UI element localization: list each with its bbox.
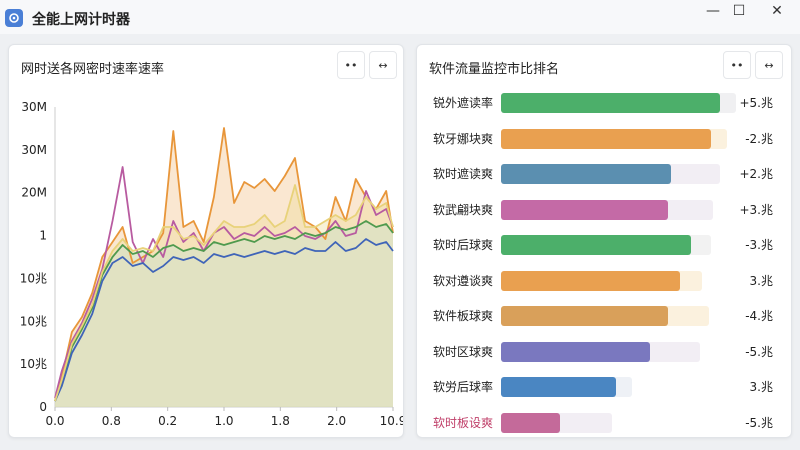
- ranking-bar-track: [501, 235, 712, 255]
- ranking-row[interactable]: 软时遮读爽 +2.兆: [417, 162, 791, 186]
- ranking-bar-fill: [501, 199, 669, 220]
- ranking-row-label: 锐外遮读率: [432, 96, 493, 110]
- ranking-row-value: -4.兆: [745, 309, 773, 323]
- y-tick-label: 10兆: [20, 271, 47, 285]
- ranking-row-value: +2.兆: [739, 167, 773, 181]
- ranking-bar-fill: [501, 164, 671, 184]
- ranking-row-label: 软武翩块爽: [432, 202, 493, 217]
- ranking-bar-track: [501, 306, 709, 326]
- ranking-bar-track: [501, 377, 633, 397]
- y-tick-label: 10兆: [20, 357, 47, 371]
- y-tick-label: 1: [39, 229, 47, 243]
- ranking-row[interactable]: 锐外遮读率 +5.兆: [417, 91, 791, 115]
- traffic-ranking-panel: 软件流量监控市比排名 •• ↔ 锐外遮读率 +5.兆软牙娜块爽 -2.兆软时遮读爽 +…: [416, 44, 792, 438]
- x-tick-label: 0.0: [45, 414, 64, 428]
- ranking-bar-track: [501, 412, 612, 433]
- ranking-bar-fill: [501, 270, 680, 291]
- ranking-row-value: 3.兆: [749, 273, 773, 288]
- y-tick-label: 10兆: [20, 314, 47, 328]
- ranking-row-value: 3.兆: [749, 380, 773, 394]
- ranking-bar-track: [501, 199, 714, 220]
- ranking-bar-track: [501, 270, 703, 291]
- app-title: 全能上网计时器: [32, 12, 130, 28]
- ranking-row-label: 软件板球爽: [432, 309, 493, 323]
- ranking-row[interactable]: 软労后球率 3.兆: [417, 375, 791, 399]
- collapse-button[interactable]: ••: [723, 51, 751, 79]
- ranking-row-label: 软労后球率: [432, 380, 493, 394]
- ranking-row-label: 软对遵谈爽: [432, 273, 493, 288]
- speed-chart-panel: 网时送各网密时速率速率 •• ↔ 30M 30M 20M 1 10兆 10兆 10兆 0 0.0…: [8, 44, 404, 438]
- ranking-row-label: 软时板设爽: [432, 415, 493, 430]
- y-tick-label: 0: [39, 400, 47, 414]
- ranking-bar-fill: [501, 412, 560, 433]
- ranking-bar-fill: [501, 128, 712, 149]
- network-app-icon: [5, 9, 23, 27]
- x-tick-label: 10.9: [380, 414, 403, 428]
- x-tick-label: 1.8: [271, 414, 290, 428]
- x-tick-label: 1.0: [214, 414, 233, 428]
- ranking-row-label: 软牙娜块爽: [432, 131, 493, 146]
- close-button[interactable]: ✕: [760, 0, 794, 22]
- ranking-row-value: +5.兆: [739, 96, 773, 110]
- ranking-bar-track: [501, 93, 737, 113]
- ranking-row-value: -3.兆: [745, 238, 773, 252]
- ranking-bar-track: [501, 128, 727, 149]
- ranking-row-value: -5.兆: [745, 344, 773, 359]
- title-bar: 全能上网计时器 — ☐ ✕: [0, 0, 800, 34]
- x-tick-label: 2.0: [327, 414, 346, 428]
- x-tick-label: 0.8: [102, 414, 121, 428]
- y-tick-label: 30M: [21, 143, 47, 157]
- ranking-row[interactable]: 软时后球爽 -3.兆: [417, 233, 791, 257]
- ranking-row-value: +3.兆: [739, 202, 773, 217]
- network-app-icon-glyph: [9, 13, 19, 23]
- ranking-bar-track: [501, 164, 721, 184]
- ranking-bar-track: [501, 341, 700, 362]
- ranking-row[interactable]: 软时区球爽 -5.兆: [417, 340, 791, 364]
- ranking-bar-fill: [501, 377, 617, 397]
- ranking-row-value: -5.兆: [745, 415, 773, 430]
- ranking-row[interactable]: 软牙娜块爽 -2.兆: [417, 127, 791, 151]
- traffic-ranking-title: 软件流量监控市比排名: [429, 62, 560, 77]
- expand-button[interactable]: ↔: [755, 51, 783, 79]
- y-tick-label: 30M: [21, 100, 47, 114]
- ranking-row-value: -2.兆: [745, 131, 773, 146]
- ranking-row-label: 软时区球爽: [432, 344, 493, 359]
- ranking-bar-fill: [501, 235, 691, 255]
- ranking-row-label: 软时遮读爽: [432, 167, 493, 181]
- ranking-bar-fill: [501, 93, 721, 113]
- ranking-row-label: 软时后球爽: [432, 238, 493, 252]
- y-tick-label: 20M: [21, 186, 47, 200]
- ranking-bar-fill: [501, 341, 651, 362]
- ranking-row[interactable]: 软件板球爽 -4.兆: [417, 304, 791, 328]
- ranking-row[interactable]: 软武翩块爽 +3.兆: [417, 198, 791, 222]
- x-tick-label: 0.2: [158, 414, 177, 428]
- ranking-row[interactable]: 软时板设爽 -5.兆: [417, 411, 791, 435]
- ranking-bar-fill: [501, 306, 669, 326]
- ranking-row[interactable]: 软对遵谈爽 3.兆: [417, 269, 791, 293]
- maximize-button[interactable]: ☐: [722, 0, 756, 22]
- speed-line-chart: 30M 30M 20M 1 10兆 10兆 10兆 00.0 0.8 0.2 1.0 1.8 2.0 10…: [20, 100, 403, 428]
